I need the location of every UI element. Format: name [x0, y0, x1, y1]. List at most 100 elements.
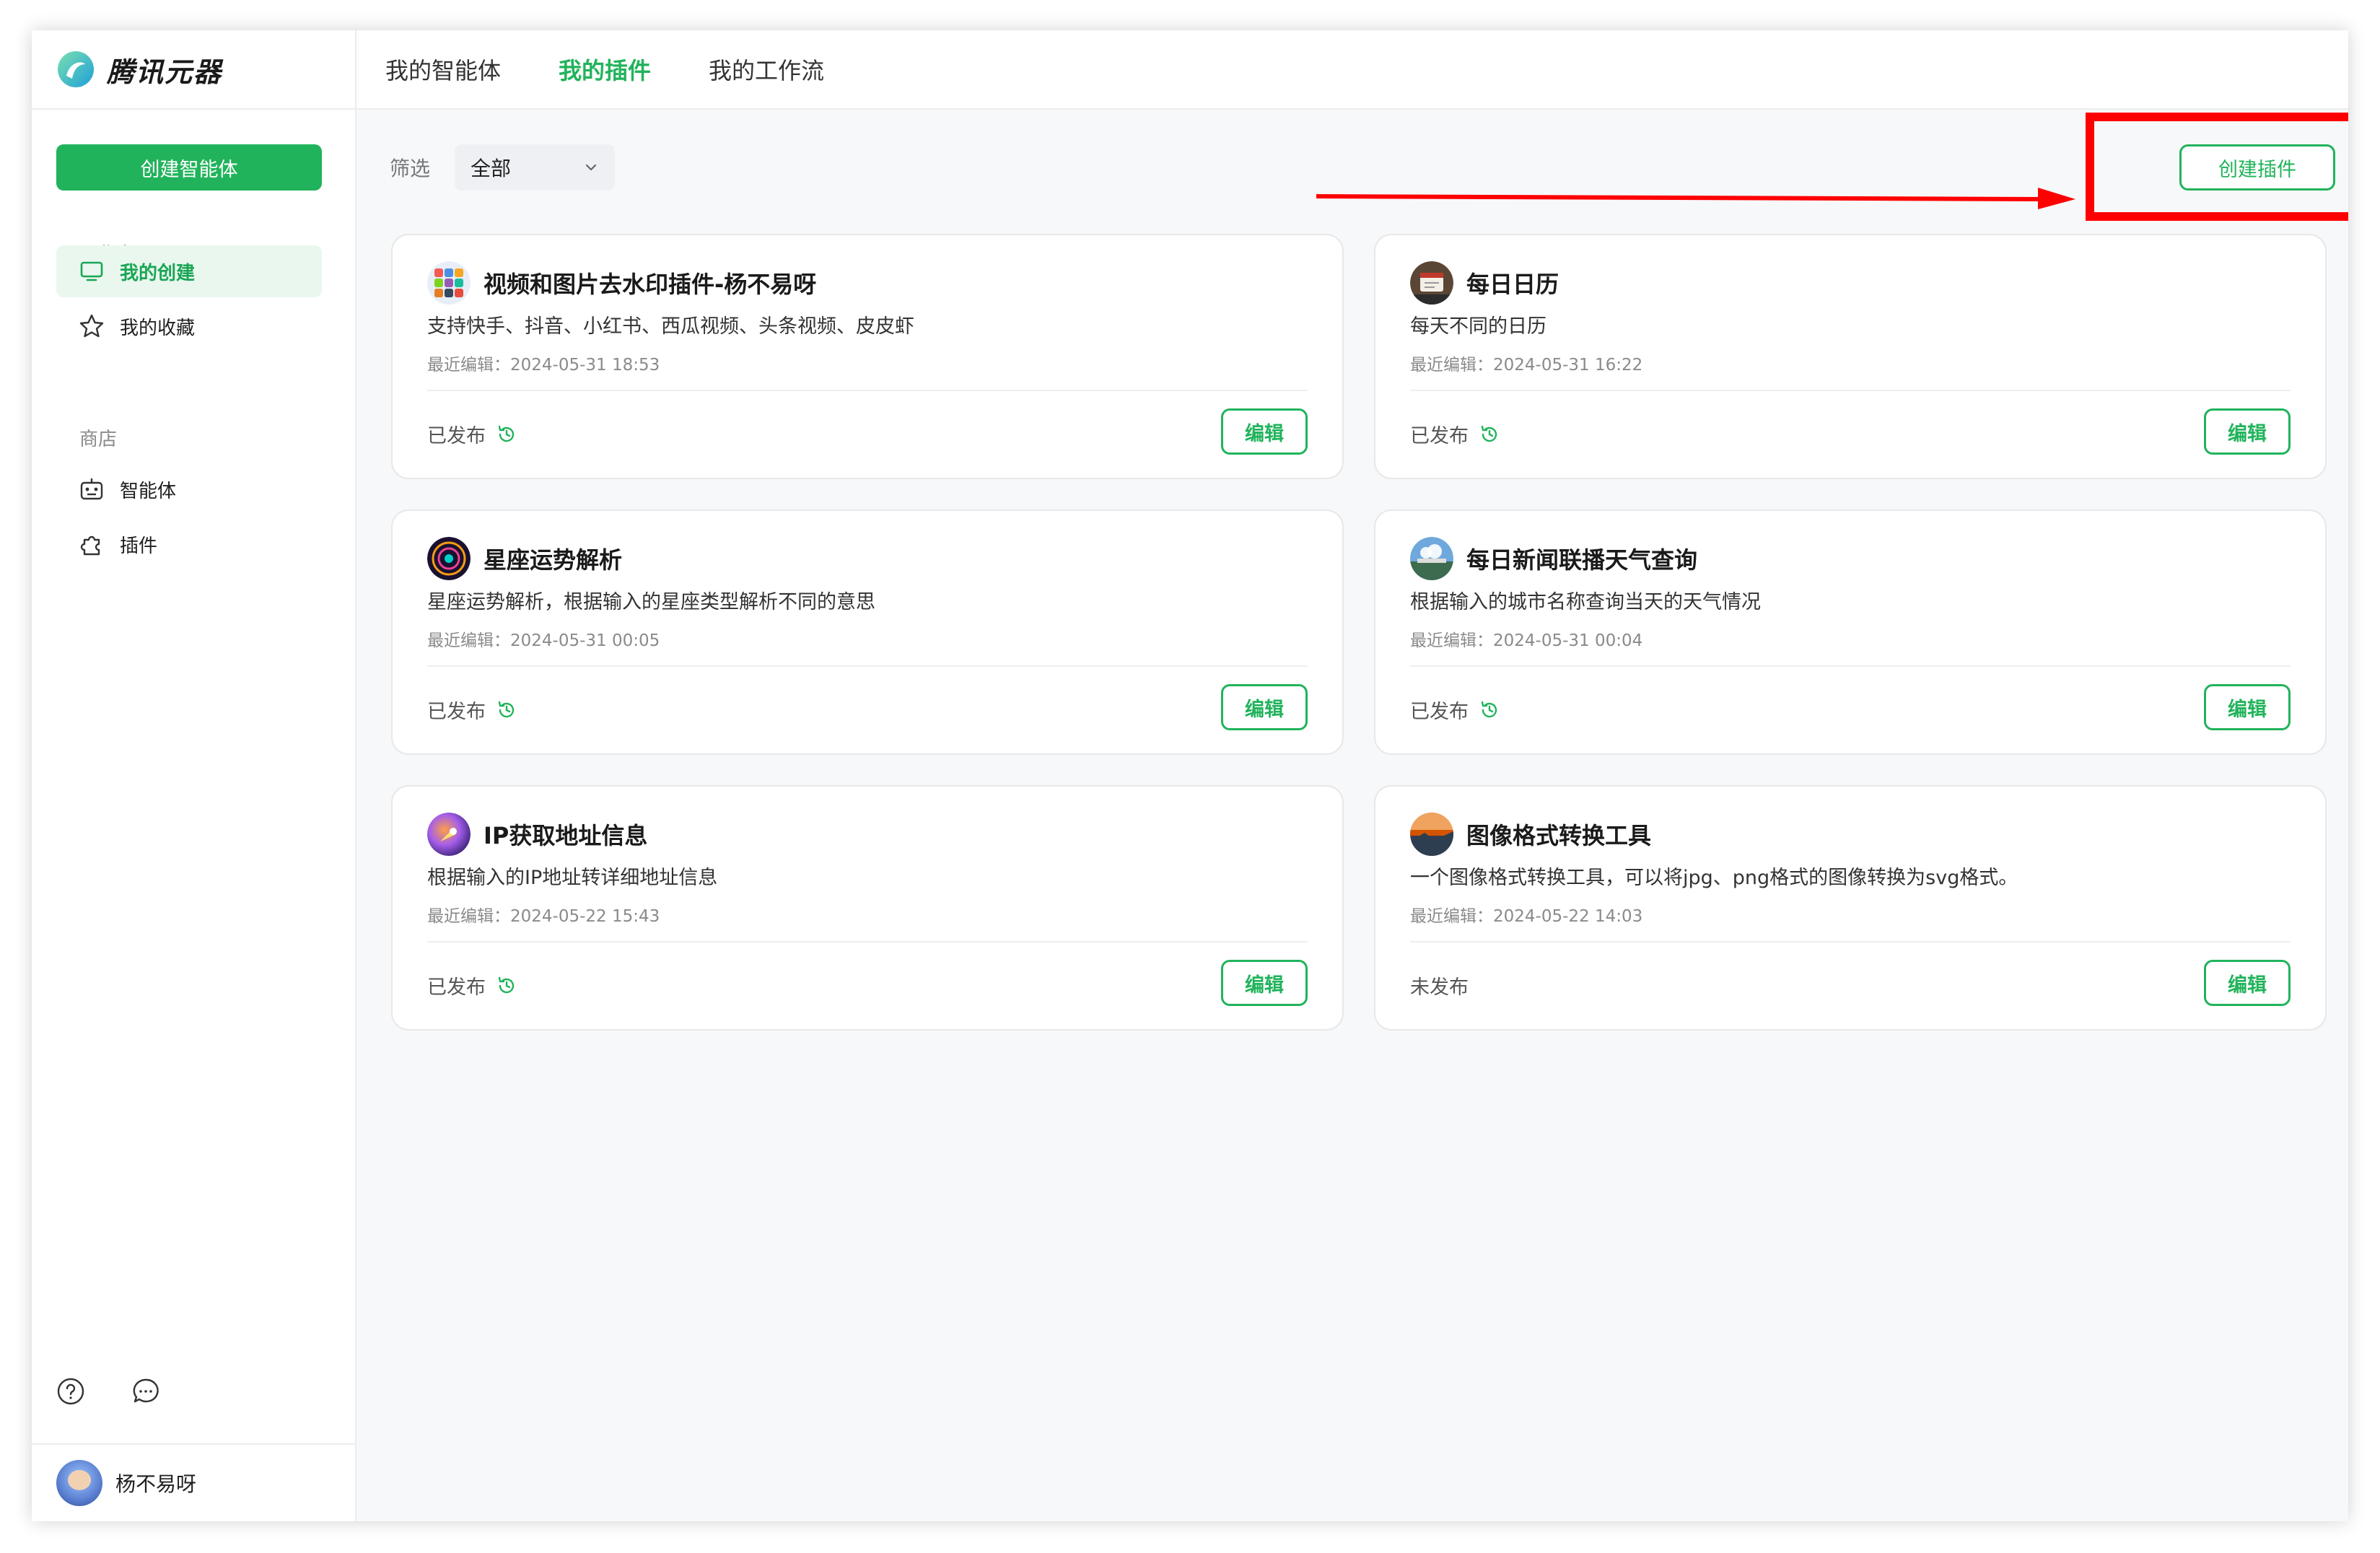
card-header: IP获取地址信息	[427, 813, 647, 856]
edit-button[interactable]: 编辑	[2204, 960, 2291, 1006]
robot-icon	[78, 476, 105, 503]
sidebar-item-label: 智能体	[120, 480, 177, 502]
tab-my-workflows[interactable]: 我的工作流	[709, 53, 824, 86]
user-profile[interactable]: 杨不易呀	[32, 1443, 356, 1521]
sidebar-item-label: 插件	[120, 535, 158, 557]
help-icon[interactable]	[56, 1377, 85, 1406]
history-icon[interactable]	[496, 975, 517, 997]
edit-button[interactable]: 编辑	[1221, 960, 1308, 1006]
card-edit-time: 最近编辑：2024-05-22 15:43	[427, 907, 660, 926]
top-tabs: 我的智能体 我的插件 我的工作流	[356, 30, 2348, 110]
filter-value: 全部	[471, 157, 512, 180]
app-window: 腾讯元器 创建智能体 工作台 我的创建 我的收藏 商店 智能体	[32, 30, 2348, 1521]
card-header: 视频和图片去水印插件-杨不易呀	[427, 261, 816, 305]
plugin-card[interactable]: 视频和图片去水印插件-杨不易呀 支持快手、抖音、小红书、西瓜视频、头条视频、皮皮…	[391, 234, 1344, 479]
annotation-arrow	[1316, 188, 2075, 209]
card-header: 每日日历	[1410, 261, 1559, 305]
sidebar-item-plugins[interactable]: 插件	[56, 518, 322, 570]
edit-button[interactable]: 编辑	[1221, 408, 1308, 455]
tab-my-plugins[interactable]: 我的插件	[559, 53, 651, 86]
feedback-chat-icon[interactable]	[131, 1377, 160, 1406]
card-description: 根据输入的IP地址转详细地址信息	[427, 867, 718, 889]
history-icon[interactable]	[496, 424, 517, 445]
card-edit-time: 最近编辑：2024-05-22 14:03	[1410, 907, 1643, 926]
card-edit-time: 最近编辑：2024-05-31 00:04	[1410, 631, 1643, 650]
card-divider	[1410, 665, 2291, 667]
card-description: 每天不同的日历	[1410, 315, 1546, 338]
card-title: 视频和图片去水印插件-杨不易呀	[484, 271, 817, 298]
star-icon	[78, 312, 105, 340]
sidebar: 腾讯元器 创建智能体 工作台 我的创建 我的收藏 商店 智能体	[32, 30, 356, 1521]
card-edit-time: 最近编辑：2024-05-31 16:22	[1410, 356, 1643, 375]
card-description: 根据输入的城市名称查询当天的天气情况	[1410, 591, 1761, 613]
card-title: IP获取地址信息	[484, 822, 648, 849]
sidebar-item-my-creations[interactable]: 我的创建	[56, 245, 322, 297]
sidebar-item-my-favorites[interactable]: 我的收藏	[56, 300, 322, 352]
filter-label: 筛选	[390, 157, 431, 180]
card-status: 已发布	[427, 420, 517, 448]
plugin-card[interactable]: 图像格式转换工具 一个图像格式转换工具，可以将jpg、png格式的图像转换为sv…	[1374, 785, 2327, 1031]
user-name: 杨不易呀	[115, 1472, 197, 1496]
status-badge: 已发布	[427, 701, 486, 723]
brand[interactable]: 腾讯元器	[32, 30, 356, 110]
status-badge: 已发布	[1410, 425, 1469, 447]
avatar	[56, 1460, 102, 1506]
card-title: 每日日历	[1466, 271, 1559, 298]
history-icon[interactable]	[1479, 699, 1500, 721]
store-section-label: 商店	[79, 429, 118, 450]
status-badge: 已发布	[427, 976, 486, 999]
zodiac-plugin-icon	[427, 537, 471, 580]
card-description: 一个图像格式转换工具，可以将jpg、png格式的图像转换为svg格式。	[1410, 867, 2018, 889]
plugin-card[interactable]: 星座运势解析 星座运势解析，根据输入的星座类型解析不同的意思 最近编辑：2024…	[391, 509, 1344, 755]
plugin-card[interactable]: 每日日历 每天不同的日历 最近编辑：2024-05-31 16:22 已发布 编…	[1374, 234, 2327, 479]
sidebar-item-label: 我的创建	[120, 262, 196, 284]
card-title: 星座运势解析	[484, 546, 623, 574]
image-convert-plugin-icon	[1410, 813, 1453, 856]
card-title: 图像格式转换工具	[1466, 822, 1652, 849]
chevron-down-icon	[585, 164, 597, 171]
card-status: 未发布	[1410, 971, 1469, 999]
status-badge: 已发布	[427, 425, 486, 447]
card-divider	[427, 665, 1308, 667]
card-edit-time: 最近编辑：2024-05-31 18:53	[427, 356, 660, 375]
plugin-card[interactable]: IP获取地址信息 根据输入的IP地址转详细地址信息 最近编辑：2024-05-2…	[391, 785, 1344, 1031]
edit-button[interactable]: 编辑	[1221, 684, 1308, 730]
calendar-plugin-icon	[1410, 261, 1453, 305]
ip-lookup-plugin-icon	[427, 813, 471, 856]
card-status: 已发布	[427, 971, 517, 999]
filter-select[interactable]: 全部	[455, 144, 615, 191]
card-divider	[427, 390, 1308, 391]
card-title: 每日新闻联播天气查询	[1466, 546, 1698, 574]
create-agent-button[interactable]: 创建智能体	[56, 144, 322, 191]
history-icon[interactable]	[496, 699, 517, 721]
card-status: 已发布	[1410, 696, 1500, 724]
card-status: 已发布	[1410, 420, 1500, 448]
status-badge: 已发布	[1410, 701, 1469, 723]
card-header: 星座运势解析	[427, 537, 622, 580]
edit-button[interactable]: 编辑	[2204, 684, 2291, 730]
weather-plugin-icon	[1410, 537, 1453, 580]
edit-button[interactable]: 编辑	[2204, 408, 2291, 455]
tab-my-agents[interactable]: 我的智能体	[385, 53, 501, 86]
card-status: 已发布	[427, 696, 517, 724]
card-header: 每日新闻联播天气查询	[1410, 537, 1697, 580]
tencent-yuanqi-logo-icon	[58, 51, 94, 87]
card-description: 支持快手、抖音、小红书、西瓜视频、头条视频、皮皮虾	[427, 315, 914, 338]
watermark-plugin-icon	[427, 261, 471, 305]
card-divider	[1410, 390, 2291, 391]
plugin-card[interactable]: 每日新闻联播天气查询 根据输入的城市名称查询当天的天气情况 最近编辑：2024-…	[1374, 509, 2327, 755]
sidebar-bottom-tools	[56, 1377, 160, 1406]
sidebar-item-agents[interactable]: 智能体	[56, 463, 322, 515]
history-icon[interactable]	[1479, 424, 1500, 445]
brand-name: 腾讯元器	[107, 56, 223, 88]
card-description: 星座运势解析，根据输入的星座类型解析不同的意思	[427, 591, 875, 613]
card-divider	[427, 941, 1308, 942]
create-plugin-button[interactable]: 创建插件	[2179, 144, 2335, 191]
card-edit-time: 最近编辑：2024-05-31 00:05	[427, 631, 660, 650]
monitor-icon	[78, 258, 105, 285]
card-header: 图像格式转换工具	[1410, 813, 1651, 856]
sidebar-item-label: 我的收藏	[120, 317, 196, 339]
card-divider	[1410, 941, 2291, 942]
status-badge: 未发布	[1410, 976, 1469, 999]
puzzle-icon	[78, 530, 105, 558]
